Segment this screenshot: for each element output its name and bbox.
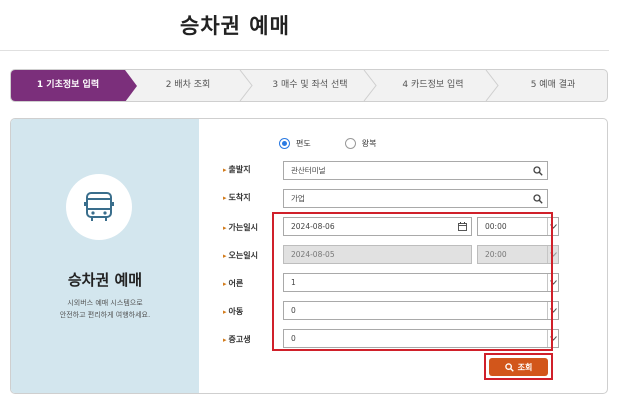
bullet-icon: ▸ bbox=[223, 252, 227, 260]
radio-indicator[interactable] bbox=[279, 138, 290, 149]
arrival-value: 가업 bbox=[291, 194, 305, 203]
step-card-info: 4 카드정보 입력 bbox=[377, 70, 489, 101]
departure-value: 관산터미널 bbox=[291, 166, 326, 175]
radio-indicator[interactable] bbox=[344, 138, 356, 149]
go-date-label: ▸ 가는일시 bbox=[223, 223, 258, 232]
step-label: 4 카드정보 입력 bbox=[402, 80, 464, 90]
step-arrow bbox=[125, 70, 137, 101]
bullet-icon: ▸ bbox=[223, 336, 227, 344]
youth-label: ▸ 중고생 bbox=[223, 335, 251, 344]
info-panel: 승차권 예매 시외버스 예매 시스템으로 안전하고 편리하게 여행하세요. bbox=[11, 119, 199, 393]
adult-label: ▸ 어른 bbox=[223, 279, 244, 288]
bullet-icon: ▸ bbox=[223, 194, 227, 202]
bullet-icon: ▸ bbox=[223, 308, 227, 316]
bullet-icon: ▸ bbox=[223, 280, 227, 288]
bullet-icon: ▸ bbox=[223, 166, 227, 174]
radio-label: 편도 bbox=[296, 139, 311, 148]
step-label: 5 예매 결과 bbox=[530, 80, 576, 90]
search-icon bbox=[504, 362, 514, 372]
search-button-label: 조회 bbox=[517, 362, 533, 372]
step-seat-select: 3 매수 및 좌석 선택 bbox=[253, 70, 367, 101]
radio-label: 왕복 bbox=[361, 139, 377, 148]
departure-label: ▸ 출발지 bbox=[223, 165, 251, 174]
page-title: 승차권 예매 bbox=[180, 14, 290, 38]
bus-icon bbox=[84, 192, 114, 221]
step-dispatch-search: 2 배차 조회 bbox=[137, 70, 239, 101]
step-label: 3 매수 및 좌석 선택 bbox=[272, 80, 348, 90]
panel-desc-line: 시외버스 예매 시스템으로 bbox=[67, 299, 143, 307]
radio-one-way[interactable]: 편도 bbox=[279, 138, 311, 149]
highlight-box-fields bbox=[272, 212, 553, 351]
step-label: 1 기초정보 입력 bbox=[36, 80, 100, 90]
step-progress-bar: 1 기초정보 입력 2 배차 조회 3 매수 및 좌석 선택 4 카드정보 입력… bbox=[10, 69, 608, 102]
return-date-label: ▸ 오는일시 bbox=[223, 251, 258, 260]
step-label: 2 배차 조회 bbox=[165, 80, 211, 90]
panel-description: 시외버스 예매 시스템으로 안전하고 편리하게 여행하세요. bbox=[11, 297, 199, 321]
arrival-label: ▸ 도착지 bbox=[223, 193, 251, 202]
panel-desc-line: 안전하고 편리하게 여행하세요. bbox=[59, 311, 151, 319]
step-result: 5 예매 결과 bbox=[499, 70, 607, 101]
step-basic-info: 1 기초정보 입력 bbox=[11, 70, 137, 101]
search-button[interactable]: 조회 bbox=[489, 358, 548, 376]
bus-icon-circle bbox=[66, 174, 132, 240]
bullet-icon: ▸ bbox=[223, 224, 227, 232]
search-icon[interactable] bbox=[533, 190, 543, 207]
panel-title: 승차권 예매 bbox=[67, 271, 143, 289]
child-label: ▸ 아동 bbox=[223, 307, 244, 316]
trip-type-group: 편도 왕복 bbox=[279, 138, 376, 149]
title-divider bbox=[0, 50, 609, 51]
search-icon[interactable] bbox=[533, 162, 543, 179]
departure-input[interactable]: 관산터미널 bbox=[283, 161, 548, 180]
step-separator bbox=[485, 70, 499, 101]
step-separator bbox=[239, 70, 253, 101]
radio-round-trip[interactable]: 왕복 bbox=[344, 138, 377, 149]
arrival-input[interactable]: 가업 bbox=[283, 189, 548, 208]
step-separator bbox=[363, 70, 377, 101]
